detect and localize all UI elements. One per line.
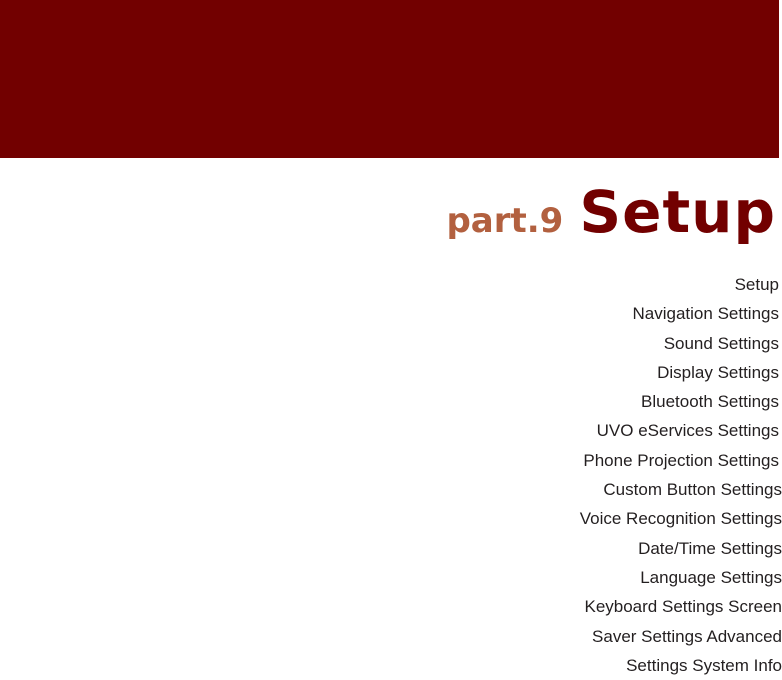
- toc-item-display-settings[interactable]: Display Settings: [482, 358, 782, 387]
- toc-item-uvo-eservices-settings[interactable]: UVO eServices Settings: [482, 416, 782, 445]
- toc-item-date-time-settings[interactable]: Date/Time Settings: [482, 534, 782, 563]
- toc-item-sound-settings[interactable]: Sound Settings: [482, 329, 782, 358]
- toc-item-navigation-settings[interactable]: Navigation Settings: [482, 299, 782, 328]
- toc-item-voice-recognition-settings[interactable]: Voice Recognition Settings: [482, 504, 782, 533]
- toc-item-settings-system-info[interactable]: Settings System Info: [482, 651, 782, 680]
- toc-item-phone-projection-settings[interactable]: Phone Projection Settings: [482, 446, 782, 475]
- chapter-title: Setup: [579, 178, 776, 246]
- toc-item-bluetooth-settings[interactable]: Bluetooth Settings: [482, 387, 782, 416]
- toc-item-saver-settings-advanced[interactable]: Saver Settings Advanced: [482, 622, 782, 651]
- table-of-contents: Setup Navigation Settings Sound Settings…: [482, 270, 782, 680]
- header-banner: [0, 0, 779, 158]
- toc-item-custom-button-settings[interactable]: Custom Button Settings: [482, 475, 782, 504]
- toc-item-setup[interactable]: Setup: [482, 270, 782, 299]
- part-label: part.9: [446, 201, 564, 241]
- toc-item-language-settings[interactable]: Language Settings: [482, 563, 782, 592]
- toc-item-keyboard-settings-screen[interactable]: Keyboard Settings Screen: [482, 592, 782, 621]
- chapter-heading: part.9 Setup: [446, 178, 776, 248]
